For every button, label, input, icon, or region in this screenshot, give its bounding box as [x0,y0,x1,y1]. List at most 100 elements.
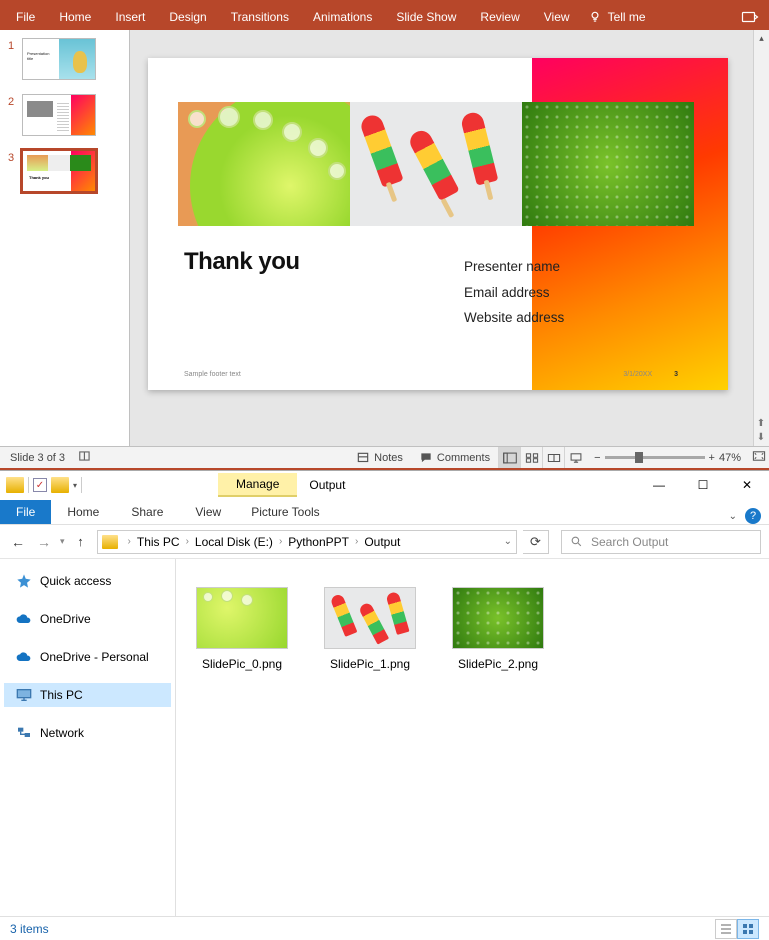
slide-image-lime[interactable] [178,102,350,226]
fe-body: Quick access OneDrive OneDrive - Persona… [0,559,769,916]
address-dropdown-icon[interactable]: ⌄ [504,536,512,547]
breadcrumb-item[interactable]: Local Disk (E:) [195,535,273,549]
share-button[interactable] [741,9,759,25]
manage-contextual-tab[interactable]: Manage [218,473,297,497]
up-button[interactable]: ↑ [71,534,91,549]
fe-file-list[interactable]: SlidePic_0.png SlidePic_1.png SlidePic_2… [176,559,769,916]
forward-button[interactable]: → [34,534,54,550]
current-slide[interactable]: Thank you Presenter name Email address W… [148,58,728,390]
ribbon-tab-file[interactable]: File [4,4,47,30]
refresh-button[interactable]: ⟳ [523,530,549,554]
sidebar-quick-access[interactable]: Quick access [4,569,171,593]
ribbon-tab-design[interactable]: Design [157,4,218,30]
thumbnails-view-button[interactable] [737,919,759,939]
ribbon-tab-view[interactable]: View [532,4,582,30]
presenter-name: Presenter name [464,254,564,280]
comments-button[interactable]: Comments [411,451,498,465]
history-dropdown-icon[interactable]: ▾ [60,536,65,547]
pp-ribbon-tabs: File Home Insert Design Transitions Anim… [0,4,769,30]
expand-ribbon-icon[interactable]: ⌄ [729,511,737,522]
next-slide-icon[interactable]: ⬇ [753,432,769,446]
ribbon-tab-animations[interactable]: Animations [301,4,384,30]
thumbnail-row-1[interactable]: 1 Presentationtitle [8,38,121,80]
sorter-view-button[interactable] [520,447,542,469]
spellcheck-icon[interactable] [75,449,95,466]
file-item[interactable]: SlidePic_1.png [320,587,420,671]
fe-tab-share[interactable]: Share [115,500,179,524]
search-icon [570,535,583,548]
comments-icon [419,451,433,465]
fit-to-window-button[interactable] [749,449,769,466]
notes-button[interactable]: Notes [348,451,411,465]
cloud-icon [16,611,32,627]
help-icon[interactable]: ? [745,508,761,524]
new-folder-icon[interactable] [51,477,69,493]
chevron-right-icon[interactable]: › [124,536,135,547]
slide-contact-info[interactable]: Presenter name Email address Website add… [464,254,564,331]
zoom-in-button[interactable]: + [709,452,715,464]
search-box[interactable]: Search Output [561,530,761,554]
qat-dropdown-icon[interactable]: ▾ [73,481,77,490]
vertical-scrollbar[interactable]: ▴ [753,30,769,446]
thumbnail-slide-2[interactable] [22,94,96,136]
breadcrumb-item[interactable]: Output [364,535,400,549]
minimize-button[interactable]: — [637,471,681,499]
zoom-value[interactable]: 47% [719,452,741,464]
sidebar-label: Quick access [40,574,111,588]
fe-tab-file[interactable]: File [0,500,51,524]
normal-view-button[interactable] [498,447,520,469]
slide-thumbnails-panel: 1 Presentationtitle 2 3 [0,30,130,446]
notes-label: Notes [374,452,403,464]
network-icon [16,725,32,741]
breadcrumb-item[interactable]: This PC [137,535,180,549]
chevron-right-icon[interactable]: › [275,536,286,547]
fe-tab-home[interactable]: Home [51,500,115,524]
window-controls: — ☐ ✕ [637,471,769,499]
details-view-button[interactable] [715,919,737,939]
quick-access-toolbar: ✓ ▾ [0,477,88,493]
sidebar-this-pc[interactable]: This PC [4,683,171,707]
slide-title[interactable]: Thank you [184,248,300,276]
ribbon-tab-slideshow[interactable]: Slide Show [384,4,468,30]
properties-icon[interactable]: ✓ [33,478,47,492]
slide-image-apple[interactable] [522,102,694,226]
zoom-out-button[interactable]: − [594,452,600,464]
tell-me-search[interactable]: Tell me [588,10,646,24]
thumbnail-number: 1 [8,38,22,80]
file-item[interactable]: SlidePic_2.png [448,587,548,671]
thumbnail-row-2[interactable]: 2 [8,94,121,136]
ribbon-tab-home[interactable]: Home [47,4,103,30]
file-name: SlidePic_2.png [448,657,548,671]
sidebar-label: Network [40,726,84,740]
breadcrumb-item[interactable]: PythonPPT [288,535,349,549]
slideshow-view-button[interactable] [564,447,586,469]
zoom-slider[interactable] [605,456,705,459]
sidebar-onedrive-personal[interactable]: OneDrive - Personal [4,645,171,669]
chevron-right-icon[interactable]: › [351,536,362,547]
ribbon-tab-review[interactable]: Review [468,4,531,30]
slide-nav-icons: ⬆ ⬇ [753,418,769,446]
fe-tab-view[interactable]: View [179,500,237,524]
back-button[interactable]: ← [8,534,28,550]
thumbnail-slide-3[interactable]: Thank you [22,150,96,192]
sidebar-label: OneDrive [40,612,91,626]
scroll-up-icon[interactable]: ▴ [754,30,769,46]
close-button[interactable]: ✕ [725,471,769,499]
thumbnail-slide-1[interactable]: Presentationtitle [22,38,96,80]
thumbnail-row-3[interactable]: 3 Thank you [8,150,121,192]
pp-body: 1 Presentationtitle 2 3 [0,30,769,446]
sidebar-network[interactable]: Network [4,721,171,745]
file-item[interactable]: SlidePic_0.png [192,587,292,671]
ribbon-tab-insert[interactable]: Insert [103,4,157,30]
fe-tab-picture-tools[interactable]: Picture Tools [239,500,331,524]
prev-slide-icon[interactable]: ⬆ [753,418,769,432]
chevron-right-icon[interactable]: › [182,536,193,547]
slide-canvas[interactable]: Thank you Presenter name Email address W… [130,30,769,446]
slide-image-popsicles[interactable] [350,102,522,226]
folder-icon[interactable] [6,477,24,493]
maximize-button[interactable]: ☐ [681,471,725,499]
address-bar[interactable]: › This PC › Local Disk (E:) › PythonPPT … [97,530,517,554]
reading-view-button[interactable] [542,447,564,469]
ribbon-tab-transitions[interactable]: Transitions [219,4,301,30]
sidebar-onedrive[interactable]: OneDrive [4,607,171,631]
